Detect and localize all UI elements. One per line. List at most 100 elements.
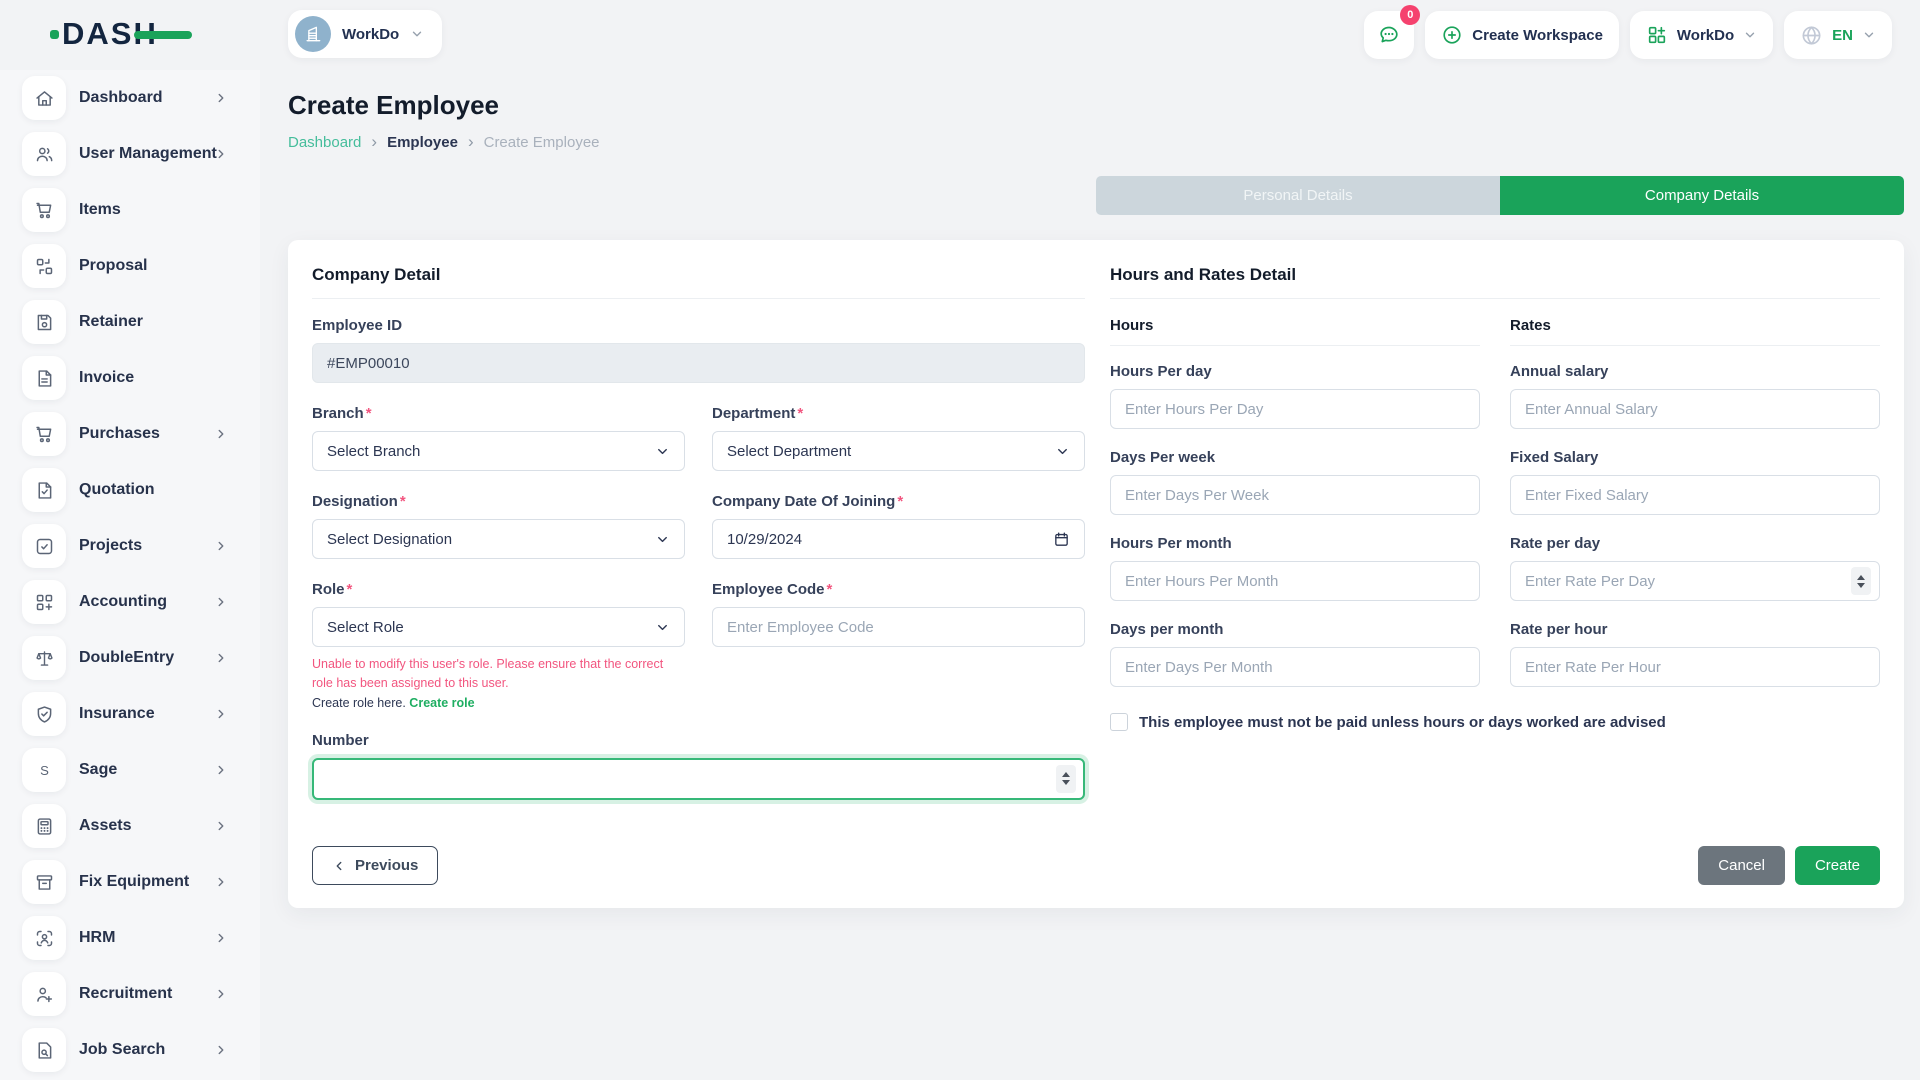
sidebar-item-quotation[interactable]: Quotation xyxy=(0,462,260,518)
topbar: DASH WorkDo 0 Create Workspace WorkDo EN xyxy=(0,0,1920,70)
branch-select-value: Select Branch xyxy=(327,443,420,460)
document-icon xyxy=(34,368,55,389)
branch-select[interactable]: Select Branch xyxy=(312,431,685,471)
hours-rates-section: Hours and Rates Detail Hours Hours Per d… xyxy=(1110,265,1880,883)
employee-id-group: Employee ID #EMP00010 xyxy=(312,317,1085,383)
no-pay-checkbox[interactable] xyxy=(1110,713,1128,731)
days-per-month-input[interactable] xyxy=(1110,647,1480,687)
sidebar-item-label: Job Search xyxy=(79,1041,165,1059)
number-stepper[interactable] xyxy=(1056,765,1076,793)
designation-select[interactable]: Select Designation xyxy=(312,519,685,559)
role-select[interactable]: Select Role xyxy=(312,607,685,647)
chevron-right-icon xyxy=(214,987,228,1001)
language-code: EN xyxy=(1832,27,1853,44)
fixed-salary-input[interactable] xyxy=(1510,475,1880,515)
sidebar-item-label: Sage xyxy=(79,761,117,779)
number-group: Number xyxy=(312,732,1085,800)
sidebar-item-doubleentry[interactable]: DoubleEntry xyxy=(0,630,260,686)
hours-per-month-input[interactable] xyxy=(1110,561,1480,601)
chevron-down-icon xyxy=(655,444,670,459)
breadcrumb-employee-link[interactable]: Employee xyxy=(387,134,458,151)
plus-circle-icon xyxy=(1441,24,1463,46)
sidebar-item-label: Proposal xyxy=(79,257,147,275)
calendar-icon[interactable] xyxy=(1053,531,1070,548)
sidebar-item-accounting[interactable]: Accounting xyxy=(0,574,260,630)
sidebar-item-items[interactable]: Items xyxy=(0,182,260,238)
cart-icon xyxy=(34,424,55,445)
sidebar-item-retainer[interactable]: Retainer xyxy=(0,294,260,350)
sidebar-item-proposal[interactable]: Proposal xyxy=(0,238,260,294)
tab-personal-details[interactable]: Personal Details xyxy=(1096,176,1500,215)
sidebar-item-sage[interactable]: S Sage xyxy=(0,742,260,798)
joining-date-field[interactable]: 10/29/2024 xyxy=(712,519,1085,559)
section-heading: Company Detail xyxy=(312,265,1085,285)
breadcrumb: Dashboard › Employee › Create Employee xyxy=(288,132,600,152)
create-workspace-button[interactable]: Create Workspace xyxy=(1425,11,1619,59)
create-button[interactable]: Create xyxy=(1795,846,1880,885)
globe-icon xyxy=(1800,24,1823,47)
app-logo[interactable]: DASH xyxy=(62,16,158,52)
rate-per-day-group: Rate per day xyxy=(1510,535,1880,601)
rates-column: Rates Annual salary Fixed Salary Rate pe… xyxy=(1510,317,1880,707)
chevron-right-icon xyxy=(214,875,228,889)
employee-code-label: Employee Code xyxy=(712,581,825,598)
chevron-left-icon xyxy=(332,859,346,873)
person-scan-icon xyxy=(34,928,55,949)
number-input[interactable] xyxy=(312,758,1085,800)
save-icon xyxy=(34,312,55,333)
annual-salary-input[interactable] xyxy=(1510,389,1880,429)
chevron-right-icon xyxy=(214,427,228,441)
workdo-menu-button[interactable]: WorkDo xyxy=(1630,11,1773,59)
required-marker: * xyxy=(366,405,372,422)
sidebar-item-label: Insurance xyxy=(79,705,155,723)
sidebar-item-hrm[interactable]: HRM xyxy=(0,910,260,966)
breadcrumb-dashboard-link[interactable]: Dashboard xyxy=(288,134,361,151)
fixed-salary-group: Fixed Salary xyxy=(1510,449,1880,515)
sidebar-item-invoice[interactable]: Invoice xyxy=(0,350,260,406)
department-select-value: Select Department xyxy=(727,443,851,460)
sidebar-item-recruitment[interactable]: Recruitment xyxy=(0,966,260,1022)
role-helper-text: Create role here. xyxy=(312,696,406,710)
required-marker: * xyxy=(400,493,406,510)
employee-id-field: #EMP00010 xyxy=(312,343,1085,383)
role-label: Role xyxy=(312,581,345,598)
building-icon xyxy=(303,24,323,44)
sidebar-item-purchases[interactable]: Purchases xyxy=(0,406,260,462)
previous-button[interactable]: Previous xyxy=(312,846,438,885)
sidebar-item-dashboard[interactable]: Dashboard xyxy=(0,70,260,126)
hours-per-day-group: Hours Per day xyxy=(1110,363,1480,429)
employee-code-input[interactable] xyxy=(712,607,1085,647)
document-check-icon xyxy=(34,480,55,501)
days-per-month-label: Days per month xyxy=(1110,621,1480,638)
breadcrumb-separator: › xyxy=(468,132,474,152)
rate-per-day-input[interactable] xyxy=(1510,561,1880,601)
tab-company-details[interactable]: Company Details xyxy=(1500,176,1904,215)
sidebar-item-projects[interactable]: Projects xyxy=(0,518,260,574)
create-role-link[interactable]: Create role xyxy=(409,696,474,710)
logo-dot xyxy=(50,30,59,39)
chevron-down-icon xyxy=(1862,28,1876,42)
cancel-button[interactable]: Cancel xyxy=(1698,846,1785,885)
rate-per-day-stepper[interactable] xyxy=(1851,567,1871,595)
sidebar-item-user-management[interactable]: User Management xyxy=(0,126,260,182)
divider xyxy=(312,298,1085,299)
grid-plus-icon xyxy=(1646,24,1668,46)
required-marker: * xyxy=(897,493,903,510)
hours-per-day-input[interactable] xyxy=(1110,389,1480,429)
workspace-switcher[interactable]: WorkDo xyxy=(288,10,442,58)
required-marker: * xyxy=(797,405,803,422)
chevron-right-icon xyxy=(214,707,228,721)
messages-button[interactable]: 0 xyxy=(1364,11,1414,59)
language-selector[interactable]: EN xyxy=(1784,11,1892,59)
sidebar-item-job-search[interactable]: Job Search xyxy=(0,1022,260,1078)
topbar-right-cluster: 0 Create Workspace WorkDo EN xyxy=(1364,0,1892,70)
sidebar-item-label: Recruitment xyxy=(79,985,172,1003)
messages-badge: 0 xyxy=(1400,5,1420,25)
rate-per-hour-input[interactable] xyxy=(1510,647,1880,687)
sidebar-item-assets[interactable]: Assets xyxy=(0,798,260,854)
department-select[interactable]: Select Department xyxy=(712,431,1085,471)
sidebar-item-insurance[interactable]: Insurance xyxy=(0,686,260,742)
swap-grid-icon xyxy=(34,256,55,277)
days-per-week-input[interactable] xyxy=(1110,475,1480,515)
sidebar-item-fix-equipment[interactable]: Fix Equipment xyxy=(0,854,260,910)
